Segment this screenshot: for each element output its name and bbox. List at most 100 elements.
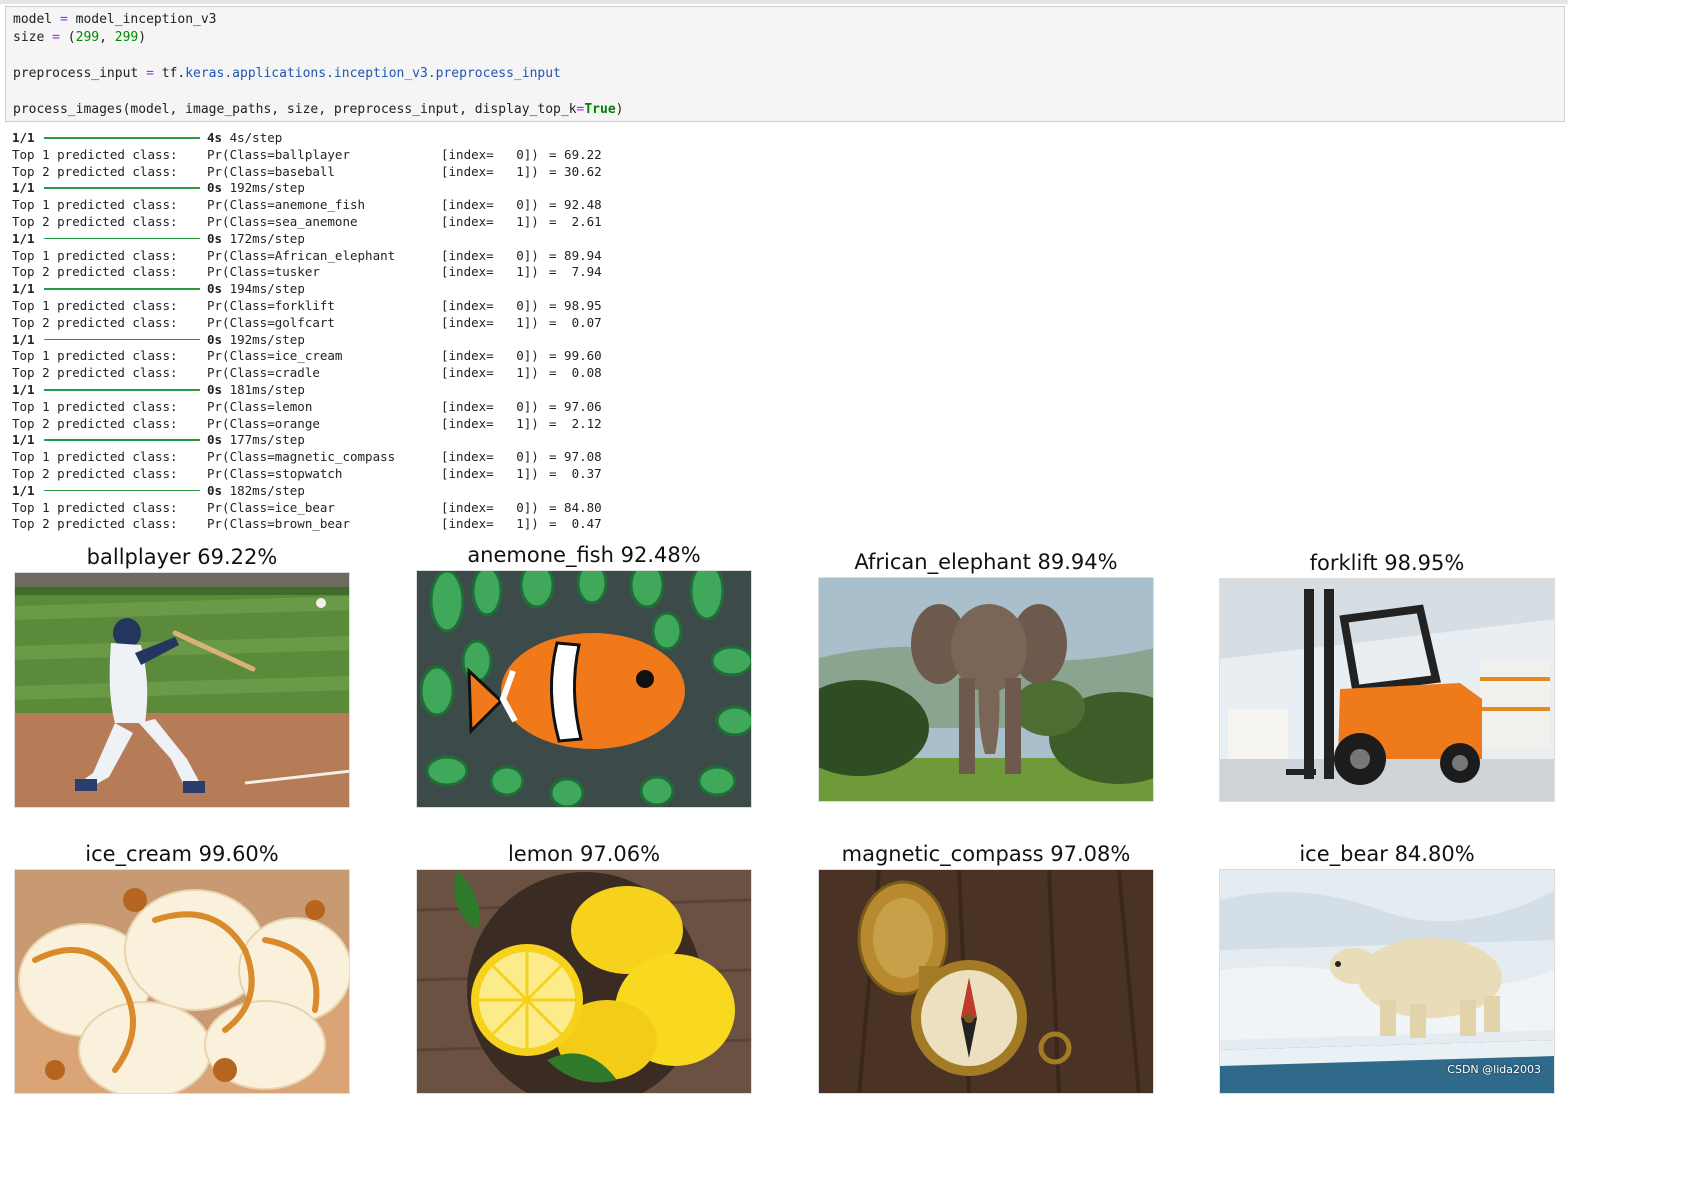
prediction-line: Top 1 predicted class: Pr(Class=lemon [ind…: [12, 398, 652, 415]
prediction-class: Pr(Class=orange: [207, 415, 320, 431]
panel-title: lemon 97.06%: [507, 842, 661, 866]
progress-line: 1/1 0s 172ms/step: [12, 230, 652, 247]
prediction-label: Top 2 predicted class:: [12, 163, 178, 179]
prediction-line: Top 2 predicted class: Pr(Class=stopwatch…: [12, 465, 652, 482]
progress-line: 1/1 0s 182ms/step: [12, 482, 652, 499]
panel-title: ice_bear 84.80%: [1299, 842, 1475, 866]
progress-timing: 0s 181ms/step: [207, 382, 305, 397]
code-line: size = (299, 299): [13, 30, 147, 45]
prediction-index: [index= 0]): [441, 146, 539, 162]
prediction-panel: ballplayer 69.22%: [14, 544, 350, 809]
prediction-probability: = 0.08: [549, 365, 602, 381]
prediction-probability: = 89.94: [549, 247, 602, 263]
prediction-line: Top 1 predicted class: Pr(Class=anemone_f…: [12, 196, 652, 213]
progress-bar: [44, 237, 200, 240]
progress-bar: [44, 187, 200, 189]
progress-line: 1/1 0s 192ms/step: [12, 331, 652, 348]
prediction-probability: = 84.80: [549, 499, 602, 515]
prediction-line: Top 1 predicted class: Pr(Class=ice_cream…: [12, 347, 652, 364]
prediction-probability: = 69.22: [549, 146, 602, 162]
prediction-line: Top 2 predicted class: Pr(Class=brown_bea…: [12, 515, 652, 532]
prediction-line: Top 1 predicted class: Pr(Class=ice_bear […: [12, 499, 652, 516]
prediction-class: Pr(Class=forklift: [207, 298, 335, 313]
progress-count: 1/1: [12, 130, 35, 145]
clownfish-photo: [416, 570, 752, 808]
prediction-class: Pr(Class=magnetic_compass: [207, 449, 396, 465]
prediction-probability: = 0.47: [549, 516, 602, 532]
prediction-label: Top 2 predicted class:: [12, 516, 178, 532]
prediction-line: Top 2 predicted class: Pr(Class=baseball […: [12, 163, 652, 180]
panel-title: magnetic_compass 97.08%: [841, 842, 1131, 866]
ice-cream-photo: [14, 869, 350, 1094]
prediction-index: [index= 1]): [441, 466, 539, 481]
progress-line: 1/1 0s 177ms/step: [12, 431, 652, 448]
prediction-label: Top 1 predicted class:: [12, 449, 178, 465]
progress-count: 1/1: [12, 382, 35, 397]
prediction-label: Top 1 predicted class:: [12, 197, 178, 213]
prediction-panel: forklift 98.95%: [1219, 550, 1555, 803]
prediction-index: [index= 1]): [441, 264, 539, 280]
prediction-class: Pr(Class=lemon: [207, 398, 313, 414]
prediction-label: Top 2 predicted class:: [12, 415, 178, 431]
progress-timing: 0s 177ms/step: [207, 432, 305, 448]
prediction-class: Pr(Class=African_elephant: [207, 247, 396, 263]
prediction-line: Top 1 predicted class: Pr(Class=forklift […: [12, 297, 652, 314]
prediction-label: Top 2 predicted class:: [12, 365, 178, 381]
prediction-probability: = 92.48: [549, 197, 602, 213]
prediction-line: Top 2 predicted class: Pr(Class=sea_anemo…: [12, 213, 652, 230]
progress-count: 1/1: [12, 482, 35, 498]
prediction-panel: anemone_fish 92.48%: [416, 542, 752, 810]
prediction-label: Top 2 predicted class:: [12, 466, 178, 481]
progress-count: 1/1: [12, 331, 35, 347]
prediction-line: Top 2 predicted class: Pr(Class=tusker [in…: [12, 263, 652, 280]
lemon-photo: [416, 869, 752, 1094]
prediction-probability: = 2.61: [549, 214, 602, 229]
prediction-probability: = 30.62: [549, 163, 602, 179]
prediction-class: Pr(Class=baseball: [207, 163, 335, 179]
progress-timing: 0s 194ms/step: [207, 281, 305, 297]
prediction-panel: lemon 97.06%: [416, 841, 752, 1095]
prediction-class: Pr(Class=sea_anemone: [207, 214, 358, 229]
progress-bar: [44, 288, 200, 290]
progress-timing: 0s 192ms/step: [207, 331, 305, 347]
prediction-probability: = 97.06: [549, 398, 602, 414]
progress-line: 1/1 0s 181ms/step: [12, 381, 652, 398]
prediction-index: [index= 1]): [441, 214, 539, 229]
progress-count: 1/1: [12, 180, 35, 196]
baseball-player-photo: [14, 572, 350, 808]
prediction-index: [index= 0]): [441, 398, 539, 414]
watermark: CSDN @lida2003: [1447, 1063, 1541, 1076]
prediction-panel: ice_cream 99.60%: [14, 841, 350, 1095]
prediction-label: Top 1 predicted class:: [12, 348, 178, 364]
code-cell-input[interactable]: model = model_inception_v3 size = (299, …: [5, 6, 1565, 122]
prediction-probability: = 2.12: [549, 415, 602, 431]
progress-line: 1/1 0s 194ms/step: [12, 280, 652, 297]
prediction-class: Pr(Class=ballplayer: [207, 146, 350, 162]
forklift-photo: [1219, 578, 1555, 802]
prediction-index: [index= 1]): [441, 365, 539, 381]
progress-bar: [44, 489, 200, 492]
prediction-line: Top 1 predicted class: Pr(Class=African_e…: [12, 247, 652, 264]
progress-count: 1/1: [12, 230, 35, 246]
code-line: process_images(model, image_paths, size,…: [13, 102, 624, 117]
progress-count: 1/1: [12, 281, 35, 297]
prediction-label: Top 2 predicted class:: [12, 264, 178, 280]
prediction-index: [index= 1]): [441, 415, 539, 431]
prediction-class: Pr(Class=ice_cream: [207, 348, 343, 364]
prediction-probability: = 99.60: [549, 348, 602, 364]
prediction-index: [index= 0]): [441, 298, 539, 313]
prediction-probability: = 7.94: [549, 264, 602, 280]
prediction-class: Pr(Class=anemone_fish: [207, 197, 366, 213]
prediction-panel: ice_bear 84.80% CSDN @lida2003: [1219, 841, 1555, 1095]
progress-bar: [44, 389, 200, 391]
progress-bar: [44, 338, 200, 341]
prediction-line: Top 1 predicted class: Pr(Class=magnetic_…: [12, 448, 652, 465]
prediction-label: Top 1 predicted class:: [12, 398, 178, 414]
progress-line: 1/1 0s 192ms/step: [12, 179, 652, 196]
progress-count: 1/1: [12, 432, 35, 448]
prediction-index: [index= 1]): [441, 314, 539, 330]
prediction-class: Pr(Class=brown_bear: [207, 516, 350, 532]
prediction-probability: = 0.37: [549, 466, 602, 481]
progress-line: 1/1 4s 4s/step: [12, 129, 652, 146]
progress-timing: 0s 172ms/step: [207, 230, 305, 246]
